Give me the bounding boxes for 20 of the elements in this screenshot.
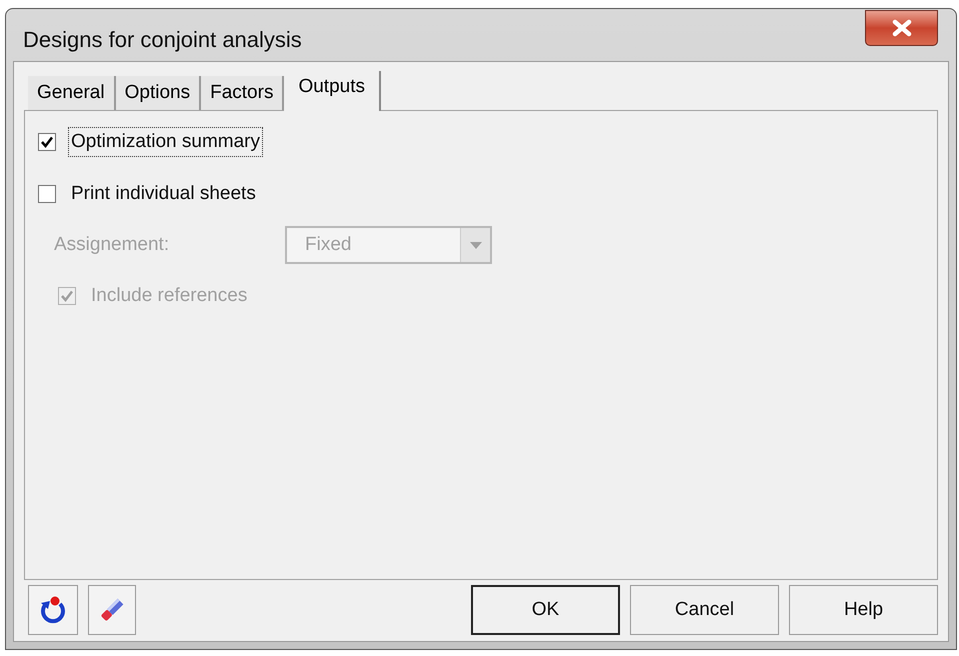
tab[interactable]: Options xyxy=(116,76,202,110)
close-button[interactable] xyxy=(865,10,938,46)
dialog-button[interactable]: Help xyxy=(789,585,938,635)
tab[interactable]: General xyxy=(28,76,116,110)
checkbox[interactable] xyxy=(38,133,56,151)
dialog-button[interactable]: Cancel xyxy=(630,585,779,635)
reset-icon xyxy=(38,595,68,625)
checkbox-label: Optimization summary xyxy=(68,126,263,158)
window-title: Designs for conjoint analysis xyxy=(23,26,302,54)
tab[interactable]: Outputs xyxy=(284,71,381,111)
tab[interactable]: Factors xyxy=(201,76,284,110)
reset-button[interactable] xyxy=(28,585,78,635)
checkbox[interactable] xyxy=(38,185,56,203)
close-icon xyxy=(890,19,912,37)
checkbox-label: Print individual sheets xyxy=(70,182,257,206)
dropdown-value: Fixed xyxy=(304,232,352,257)
checkbox-label: Include references xyxy=(90,284,248,308)
dialog-button[interactable]: OK xyxy=(471,585,620,635)
field-label: Assignement: xyxy=(54,232,170,257)
eraser-button[interactable] xyxy=(88,585,136,635)
